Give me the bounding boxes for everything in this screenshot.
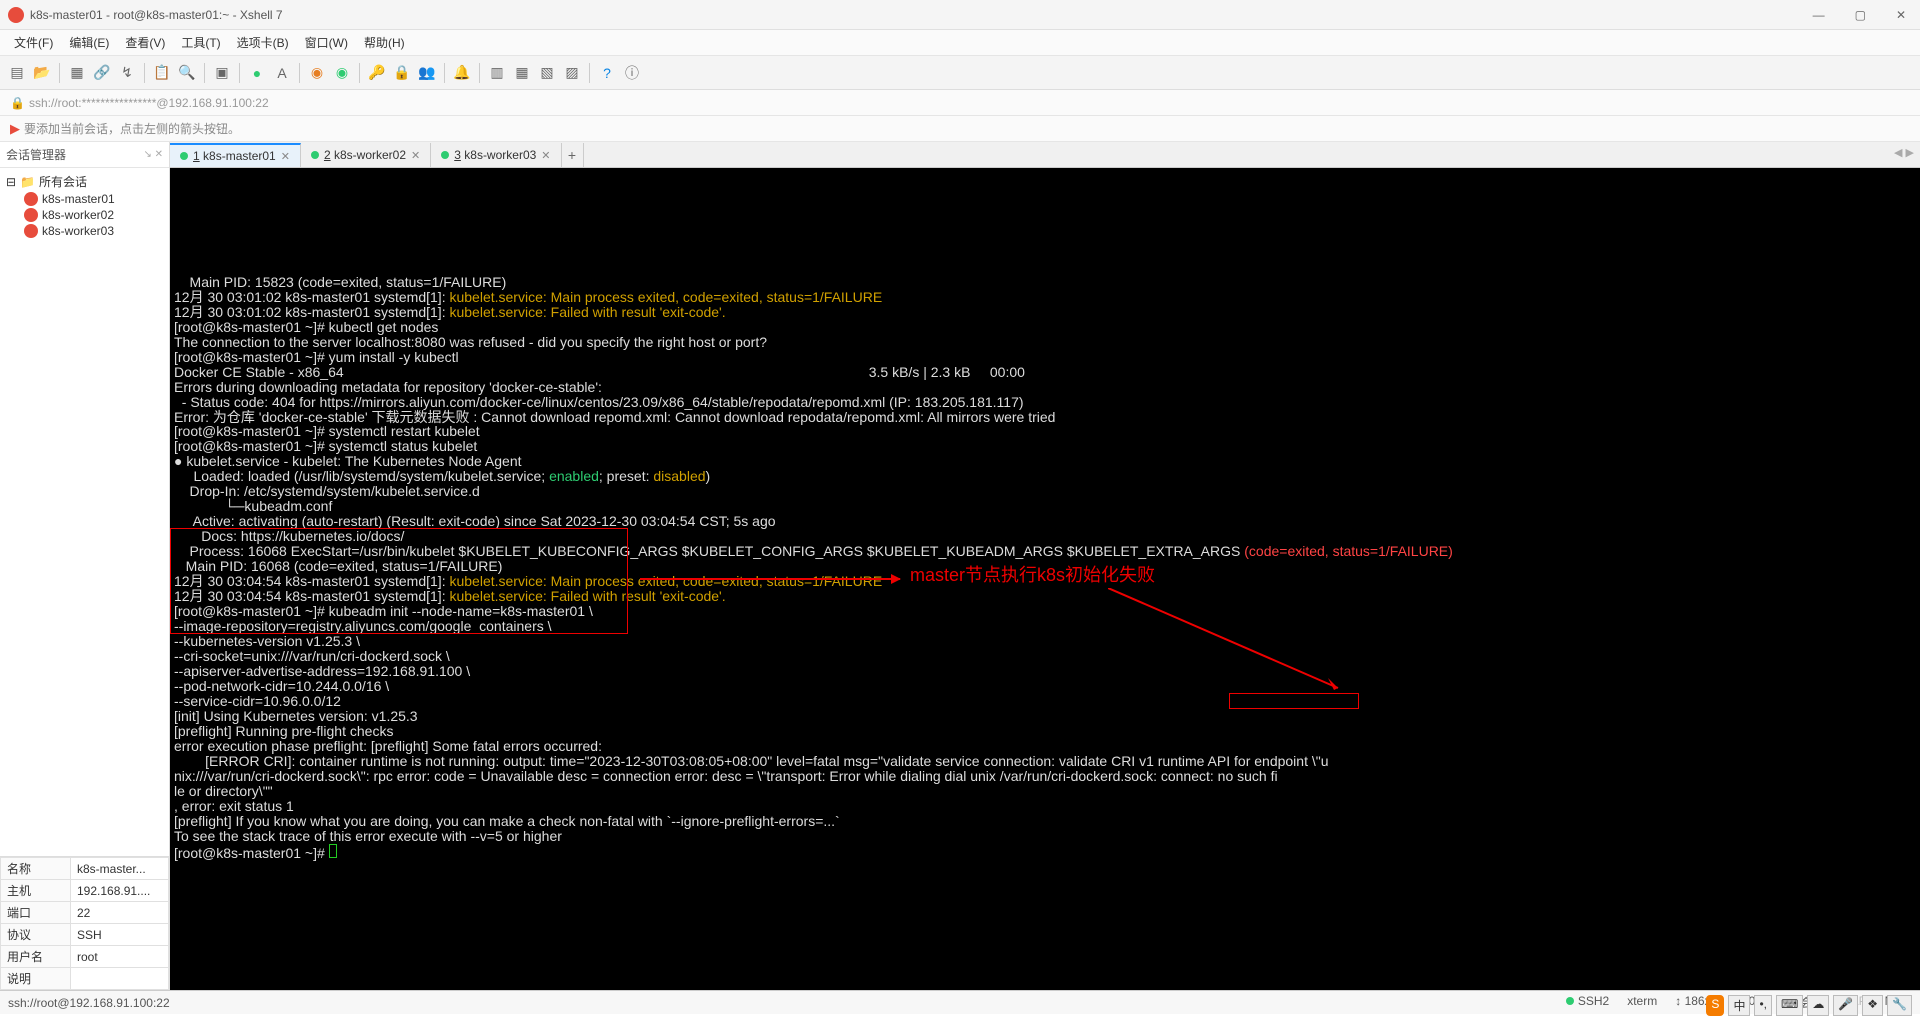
- terminal-output[interactable]: master节点执行k8s初始化失败 Main PID: 15823 (code…: [170, 168, 1920, 990]
- session-item-worker03[interactable]: k8s-worker03: [6, 223, 163, 239]
- ime-cloud[interactable]: ☁: [1807, 995, 1829, 1016]
- prop-row: 协议SSH: [1, 924, 169, 946]
- status-dot-icon: [441, 151, 449, 159]
- tab-nav[interactable]: ◀ ▶: [1894, 146, 1914, 159]
- menu-tabs[interactable]: 选项卡(B): [231, 32, 295, 53]
- tb-about[interactable]: ⓘ: [621, 62, 643, 84]
- status-term: xterm: [1627, 994, 1657, 1011]
- flag-icon: ▶: [10, 121, 20, 137]
- maximize-button[interactable]: ▢: [1849, 6, 1872, 24]
- ime-tool[interactable]: 🔧: [1887, 995, 1912, 1016]
- tree-root-folder[interactable]: ⊟ 📁 所有会话: [6, 172, 163, 191]
- session-manager-title: 会话管理器: [6, 146, 66, 163]
- session-item-master01[interactable]: k8s-master01: [6, 191, 163, 207]
- tb-help[interactable]: ?: [596, 62, 618, 84]
- hint-bar: ▶ 要添加当前会话，点击左侧的箭头按钮。: [0, 116, 1920, 142]
- folder-icon: 📁: [20, 175, 35, 189]
- status-proto: SSH2: [1578, 994, 1609, 1008]
- status-dot-icon: [311, 151, 319, 159]
- menu-edit[interactable]: 编辑(E): [63, 32, 115, 53]
- tb-panel3[interactable]: ▧: [536, 62, 558, 84]
- address-text: ssh://root:****************@192.168.91.1…: [29, 96, 269, 110]
- tb-tool2[interactable]: ◉: [331, 62, 353, 84]
- prop-row: 名称k8s-master...: [1, 858, 169, 880]
- prop-row: 说明: [1, 968, 169, 990]
- session-item-worker02[interactable]: k8s-worker02: [6, 207, 163, 223]
- tab-close-icon[interactable]: ✕: [541, 149, 550, 162]
- toolbar: ▤ 📂 ▦ 🔗 ↯ 📋 🔍 ▣ ● A ◉ ◉ 🔑 🔒 👥 🔔 ▥ ▦ ▧ ▨ …: [0, 56, 1920, 90]
- tb-panel4[interactable]: ▨: [561, 62, 583, 84]
- app-icon: [8, 7, 24, 23]
- ime-punct[interactable]: •,: [1754, 995, 1772, 1016]
- tb-search[interactable]: 🔍: [176, 62, 198, 84]
- ime-bar[interactable]: S 中 •, ⌨ ☁ 🎤 ❖ 🔧: [1706, 995, 1912, 1016]
- folder-label: 所有会话: [39, 173, 87, 190]
- tab-close-icon[interactable]: ✕: [281, 150, 290, 163]
- tb-panel2[interactable]: ▦: [511, 62, 533, 84]
- prop-row: 主机192.168.91....: [1, 880, 169, 902]
- window-title: k8s-master01 - root@k8s-master01:~ - Xsh…: [30, 8, 1807, 22]
- ime-icon[interactable]: S: [1706, 995, 1724, 1016]
- prop-row: 端口22: [1, 902, 169, 924]
- menu-view[interactable]: 查看(V): [119, 32, 171, 53]
- status-address: ssh://root@192.168.91.100:22: [8, 996, 170, 1010]
- ime-lang[interactable]: 中: [1728, 995, 1750, 1016]
- session-properties: 名称k8s-master... 主机192.168.91.... 端口22 协议…: [0, 856, 169, 990]
- tab-add-button[interactable]: +: [562, 143, 584, 167]
- close-button[interactable]: ✕: [1890, 6, 1912, 24]
- prop-row: 用户名root: [1, 946, 169, 968]
- menu-tools[interactable]: 工具(T): [175, 32, 226, 53]
- hint-text: 要添加当前会话，点击左侧的箭头按钮。: [24, 120, 240, 137]
- tab-worker02[interactable]: 2 k8s-worker02 ✕: [301, 143, 431, 167]
- session-tree[interactable]: ⊟ 📁 所有会话 k8s-master01 k8s-worker02 k8s-w…: [0, 168, 169, 856]
- tb-lock[interactable]: 🔒: [391, 62, 413, 84]
- tb-new[interactable]: ▤: [6, 62, 28, 84]
- status-dot-icon: [180, 152, 188, 160]
- ime-micro[interactable]: 🎤: [1833, 995, 1858, 1016]
- tb-disconnect[interactable]: ↯: [116, 62, 138, 84]
- menu-bar: 文件(F) 编辑(E) 查看(V) 工具(T) 选项卡(B) 窗口(W) 帮助(…: [0, 30, 1920, 56]
- tb-sessions[interactable]: ▦: [66, 62, 88, 84]
- ime-skin[interactable]: ❖: [1862, 995, 1883, 1016]
- tab-bar: 1 k8s-master01 ✕ 2 k8s-worker02 ✕ 3 k8s-…: [170, 142, 1920, 168]
- tab-close-icon[interactable]: ✕: [411, 149, 420, 162]
- address-bar[interactable]: 🔒 ssh://root:****************@192.168.91…: [0, 90, 1920, 116]
- tb-people[interactable]: 👥: [416, 62, 438, 84]
- menu-window[interactable]: 窗口(W): [299, 32, 354, 53]
- tb-color[interactable]: ●: [246, 62, 268, 84]
- tb-link[interactable]: 🔗: [91, 62, 113, 84]
- tb-font[interactable]: A: [271, 62, 293, 84]
- tab-worker03[interactable]: 3 k8s-worker03 ✕: [431, 143, 561, 167]
- status-dot-icon: [1566, 997, 1574, 1005]
- session-manager-panel: 会话管理器 ↘ ✕ ⊟ 📁 所有会话 k8s-master01 k8s-work…: [0, 142, 170, 990]
- session-icon: [24, 224, 38, 238]
- tb-copy[interactable]: 📋: [151, 62, 173, 84]
- menu-help[interactable]: 帮助(H): [358, 32, 411, 53]
- tb-xftp[interactable]: ◉: [306, 62, 328, 84]
- minimize-button[interactable]: —: [1807, 6, 1831, 24]
- session-icon: [24, 208, 38, 222]
- status-bar: ssh://root@192.168.91.100:22 SSH2 xterm …: [0, 990, 1920, 1014]
- tab-master01[interactable]: 1 k8s-master01 ✕: [170, 143, 301, 167]
- tb-key[interactable]: 🔑: [366, 62, 388, 84]
- minus-icon: ⊟: [6, 175, 16, 189]
- menu-file[interactable]: 文件(F): [8, 32, 59, 53]
- tb-open[interactable]: 📂: [31, 62, 53, 84]
- tb-screen[interactable]: ▣: [211, 62, 233, 84]
- tb-bell[interactable]: 🔔: [451, 62, 473, 84]
- session-icon: [24, 192, 38, 206]
- lock-icon: 🔒: [10, 96, 25, 110]
- panel-controls[interactable]: ↘ ✕: [143, 149, 163, 160]
- title-bar: k8s-master01 - root@k8s-master01:~ - Xsh…: [0, 0, 1920, 30]
- tb-panel1[interactable]: ▥: [486, 62, 508, 84]
- ime-kb[interactable]: ⌨: [1776, 995, 1803, 1016]
